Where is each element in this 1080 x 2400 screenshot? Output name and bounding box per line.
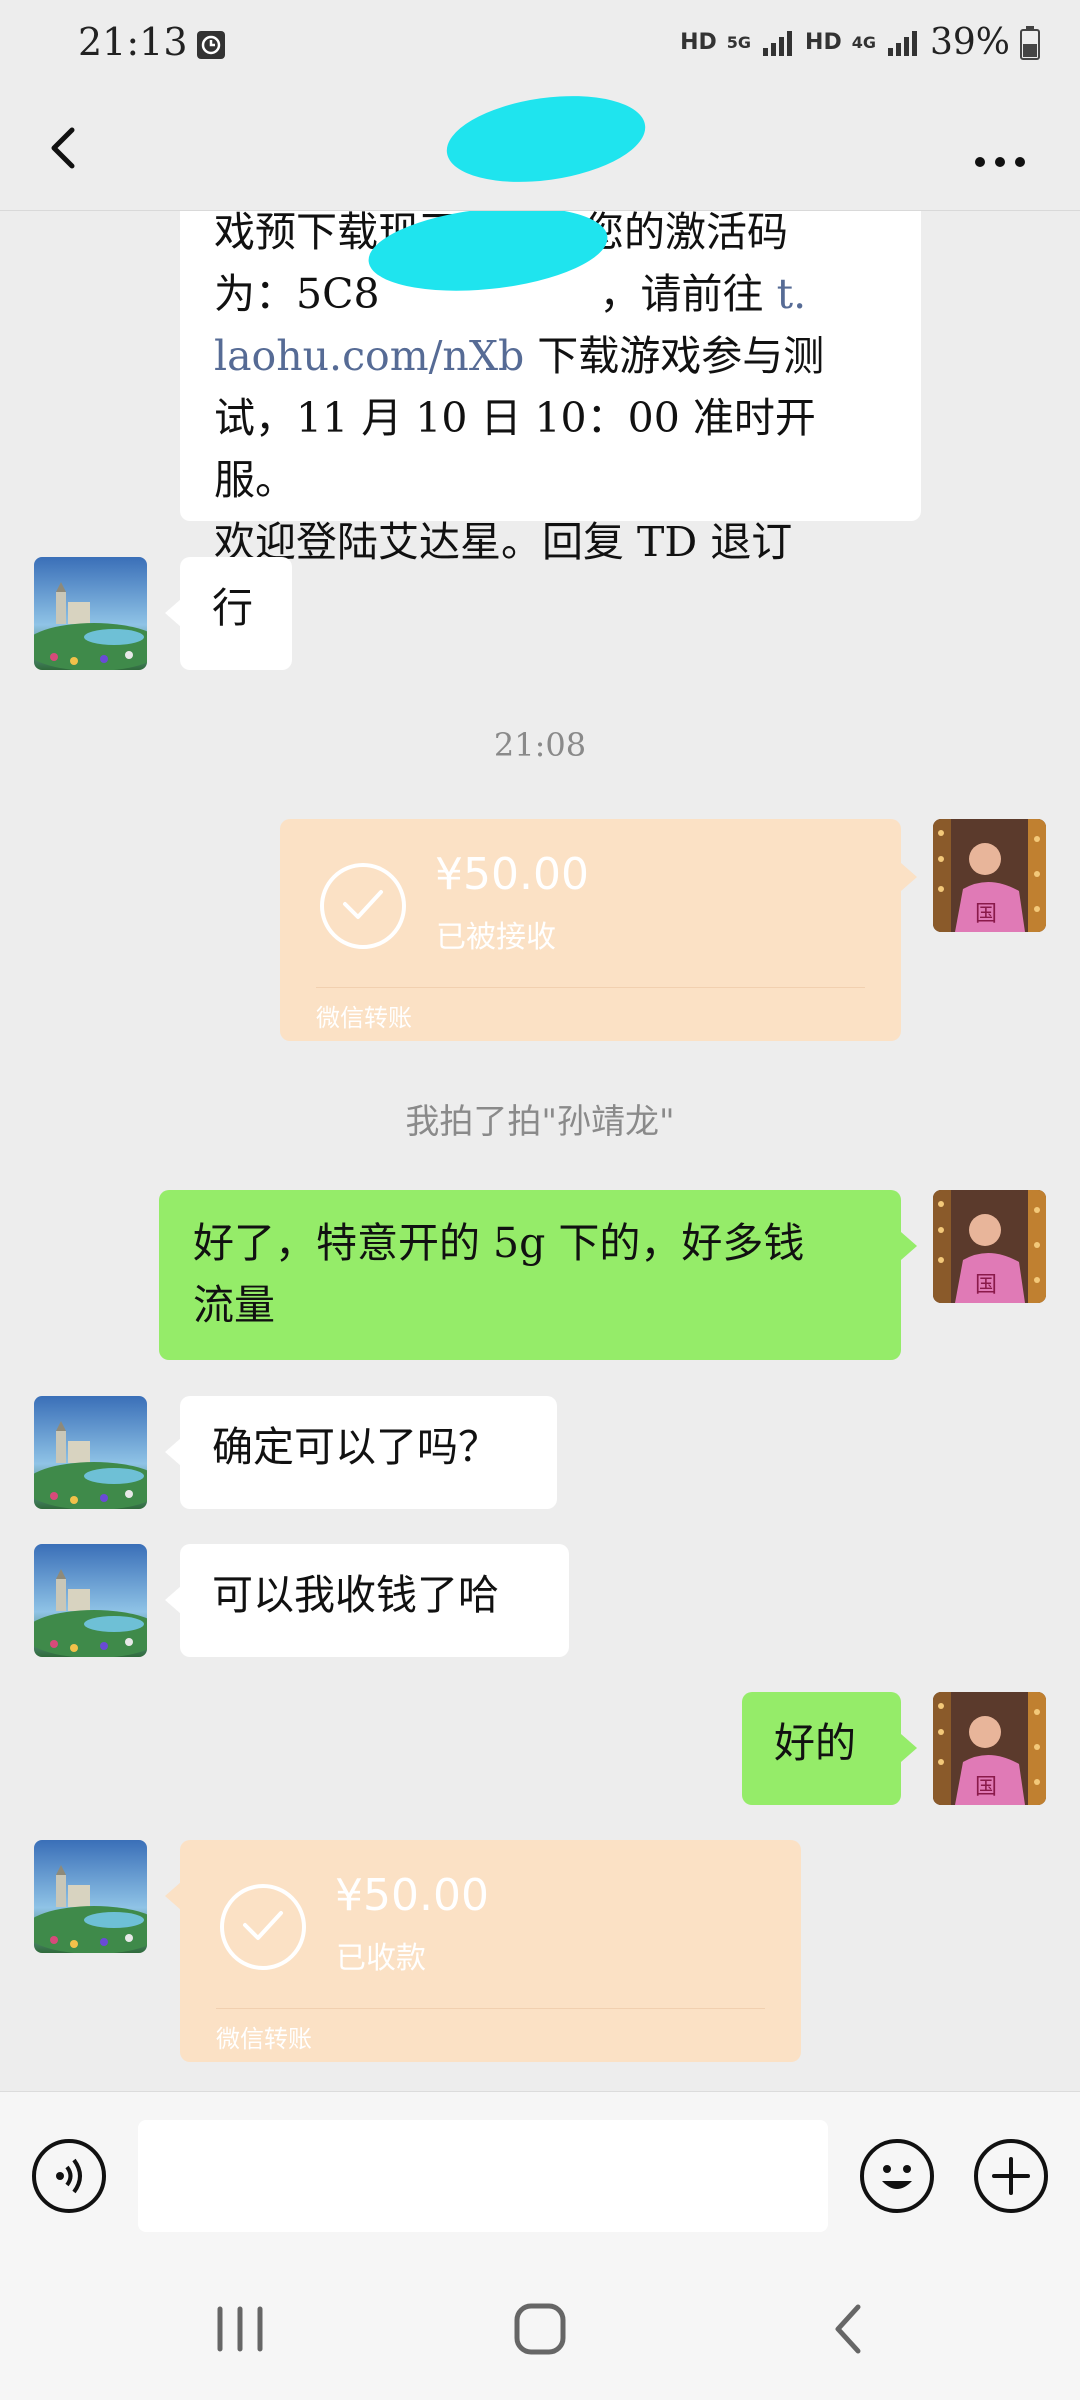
- avatar-contact[interactable]: [34, 557, 147, 670]
- battery-icon: [1020, 25, 1040, 60]
- home-icon[interactable]: [500, 2296, 580, 2362]
- message-text: 行: [212, 584, 253, 632]
- 4g-label: 4G: [851, 33, 876, 52]
- message-text: 为：5C8: [214, 270, 380, 318]
- svg-text:国: 国: [975, 1273, 997, 1298]
- bubble-tail: [901, 1734, 917, 1762]
- message-text: 好的: [774, 1719, 856, 1767]
- message-text: 下载游戏参与测: [524, 332, 825, 380]
- bubble-tail: [165, 1438, 181, 1466]
- message-line: 好了，特意开的 5g 下的，好多钱: [193, 1219, 805, 1267]
- emoji-button[interactable]: [860, 2139, 934, 2213]
- avatar-self-image: 国: [933, 1692, 1046, 1805]
- pat-notice: 我拍了拍"孙靖龙": [405, 1102, 675, 1142]
- message-text: 确定可以了吗？: [212, 1423, 499, 1471]
- message-text: 可以我收钱了哈: [212, 1571, 499, 1619]
- svg-text:国: 国: [975, 902, 997, 927]
- message-link[interactable]: t.: [777, 270, 807, 318]
- message-bubble-left[interactable]: 戏预下载现已开启，您的激活码 为：5C8，请前往 t. laohu.com/nX…: [180, 211, 921, 566]
- redaction-mark: [441, 84, 651, 194]
- message-bubble-left[interactable]: 确定可以了吗？: [180, 1396, 557, 1509]
- transfer-card-sent[interactable]: ¥50.00 已被接收 微信转账: [280, 819, 901, 1041]
- more-dots-icon: [975, 157, 1025, 167]
- signal-icon: [763, 30, 793, 56]
- message-line: laohu.com/nXb 下载游戏参与测: [214, 325, 887, 387]
- battery-percent: 39%: [929, 22, 1010, 63]
- avatar-landscape-image: [34, 1544, 147, 1657]
- plus-icon: [992, 2157, 1030, 2195]
- message-bubble-left[interactable]: 行: [180, 557, 292, 670]
- hd-label-2: HD: [805, 30, 842, 55]
- message-line: 试，11 月 10 日 10：00 准时开服。: [214, 394, 816, 504]
- transfer-amount: ¥50.00: [335, 1870, 489, 1921]
- bubble-tail: [165, 1586, 181, 1614]
- status-time: 21:13: [78, 20, 188, 64]
- avatar-landscape-image: [34, 557, 147, 670]
- avatar-self-image: 国: [933, 1190, 1046, 1303]
- transfer-amount: ¥50.00: [435, 849, 589, 900]
- voice-icon: [56, 2158, 82, 2194]
- status-indicators: HD 5G HD 4G 39%: [680, 22, 1040, 63]
- transfer-card-received[interactable]: ¥50.00 已收款 微信转账: [180, 1840, 801, 2062]
- more-button[interactable]: [960, 110, 1040, 190]
- system-navigation: [0, 2241, 1080, 2400]
- chat-title: →: [440, 84, 660, 200]
- hd-label: HD: [680, 30, 717, 55]
- chat-area[interactable]: 戏预下载现已开启，您的激活码 为：5C8，请前往 t. laohu.com/nX…: [0, 211, 1080, 2091]
- transfer-status: 已收款: [336, 1941, 426, 1976]
- message-bubble-right[interactable]: 好了，特意开的 5g 下的，好多钱 流量: [159, 1190, 901, 1360]
- back-button[interactable]: [30, 108, 110, 188]
- check-circle-icon: [320, 863, 406, 949]
- bubble-tail: [165, 1882, 181, 1910]
- avatar-contact[interactable]: [34, 1840, 147, 1953]
- message-text: ，请前往: [599, 270, 777, 318]
- avatar-self[interactable]: 国: [933, 1190, 1046, 1303]
- status-bar: 21:13 HD 5G HD 4G 39%: [0, 0, 1080, 90]
- transfer-footer: 微信转账: [216, 2025, 312, 2053]
- message-bubble-right[interactable]: 好的: [742, 1692, 901, 1805]
- avatar-contact[interactable]: [34, 1396, 147, 1509]
- bubble-tail: [901, 863, 917, 891]
- voice-button[interactable]: [32, 2139, 106, 2213]
- divider: [216, 2008, 765, 2009]
- avatar-landscape-image: [34, 1840, 147, 1953]
- avatar-contact[interactable]: [34, 1544, 147, 1657]
- signal-icon-2: [887, 30, 917, 56]
- 5g-label: 5G: [726, 33, 752, 52]
- chat-header: →: [0, 84, 1080, 211]
- back-nav-icon[interactable]: [810, 2299, 890, 2359]
- recent-apps-icon[interactable]: [200, 2299, 280, 2359]
- check-circle-icon: [220, 1884, 306, 1970]
- svg-text:国: 国: [975, 1775, 997, 1800]
- message-link[interactable]: laohu.com/nXb: [214, 332, 524, 380]
- bubble-tail: [165, 599, 181, 627]
- plus-button[interactable]: [974, 2139, 1048, 2213]
- transfer-footer: 微信转账: [316, 1004, 412, 1032]
- message-line: 流量: [193, 1281, 275, 1329]
- divider: [316, 987, 865, 988]
- smile-icon: [882, 2165, 912, 2189]
- timestamp: 21:08: [493, 726, 587, 764]
- input-bar: [0, 2091, 1080, 2242]
- message-line: 欢迎登陆艾达星。回复 TD 退订: [214, 518, 793, 566]
- avatar-landscape-image: [34, 1396, 147, 1509]
- avatar-self[interactable]: 国: [933, 1692, 1046, 1805]
- avatar-self-image: 国: [933, 819, 1046, 932]
- chevron-left-icon: [51, 127, 75, 169]
- message-bubble-left[interactable]: 可以我收钱了哈: [180, 1544, 569, 1657]
- message-input[interactable]: [138, 2120, 828, 2232]
- notification-icon: [197, 31, 225, 59]
- transfer-status: 已被接收: [436, 920, 556, 955]
- bubble-tail: [901, 1232, 917, 1260]
- avatar-self[interactable]: 国: [933, 819, 1046, 932]
